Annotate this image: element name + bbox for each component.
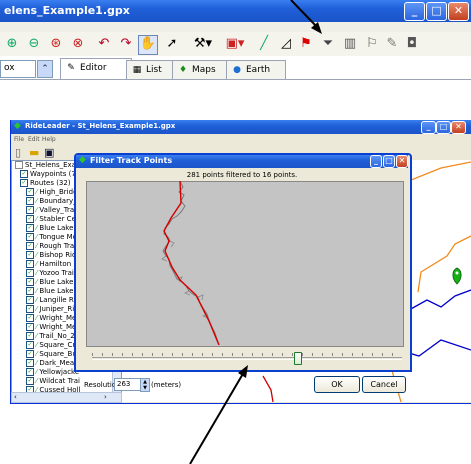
- annotation-arrow-bottom: [189, 371, 245, 464]
- annotation-arrowhead-bottom: [238, 365, 248, 378]
- annotation-arrows: [189, 0, 322, 464]
- annotation-arrow-top: [290, 0, 319, 29]
